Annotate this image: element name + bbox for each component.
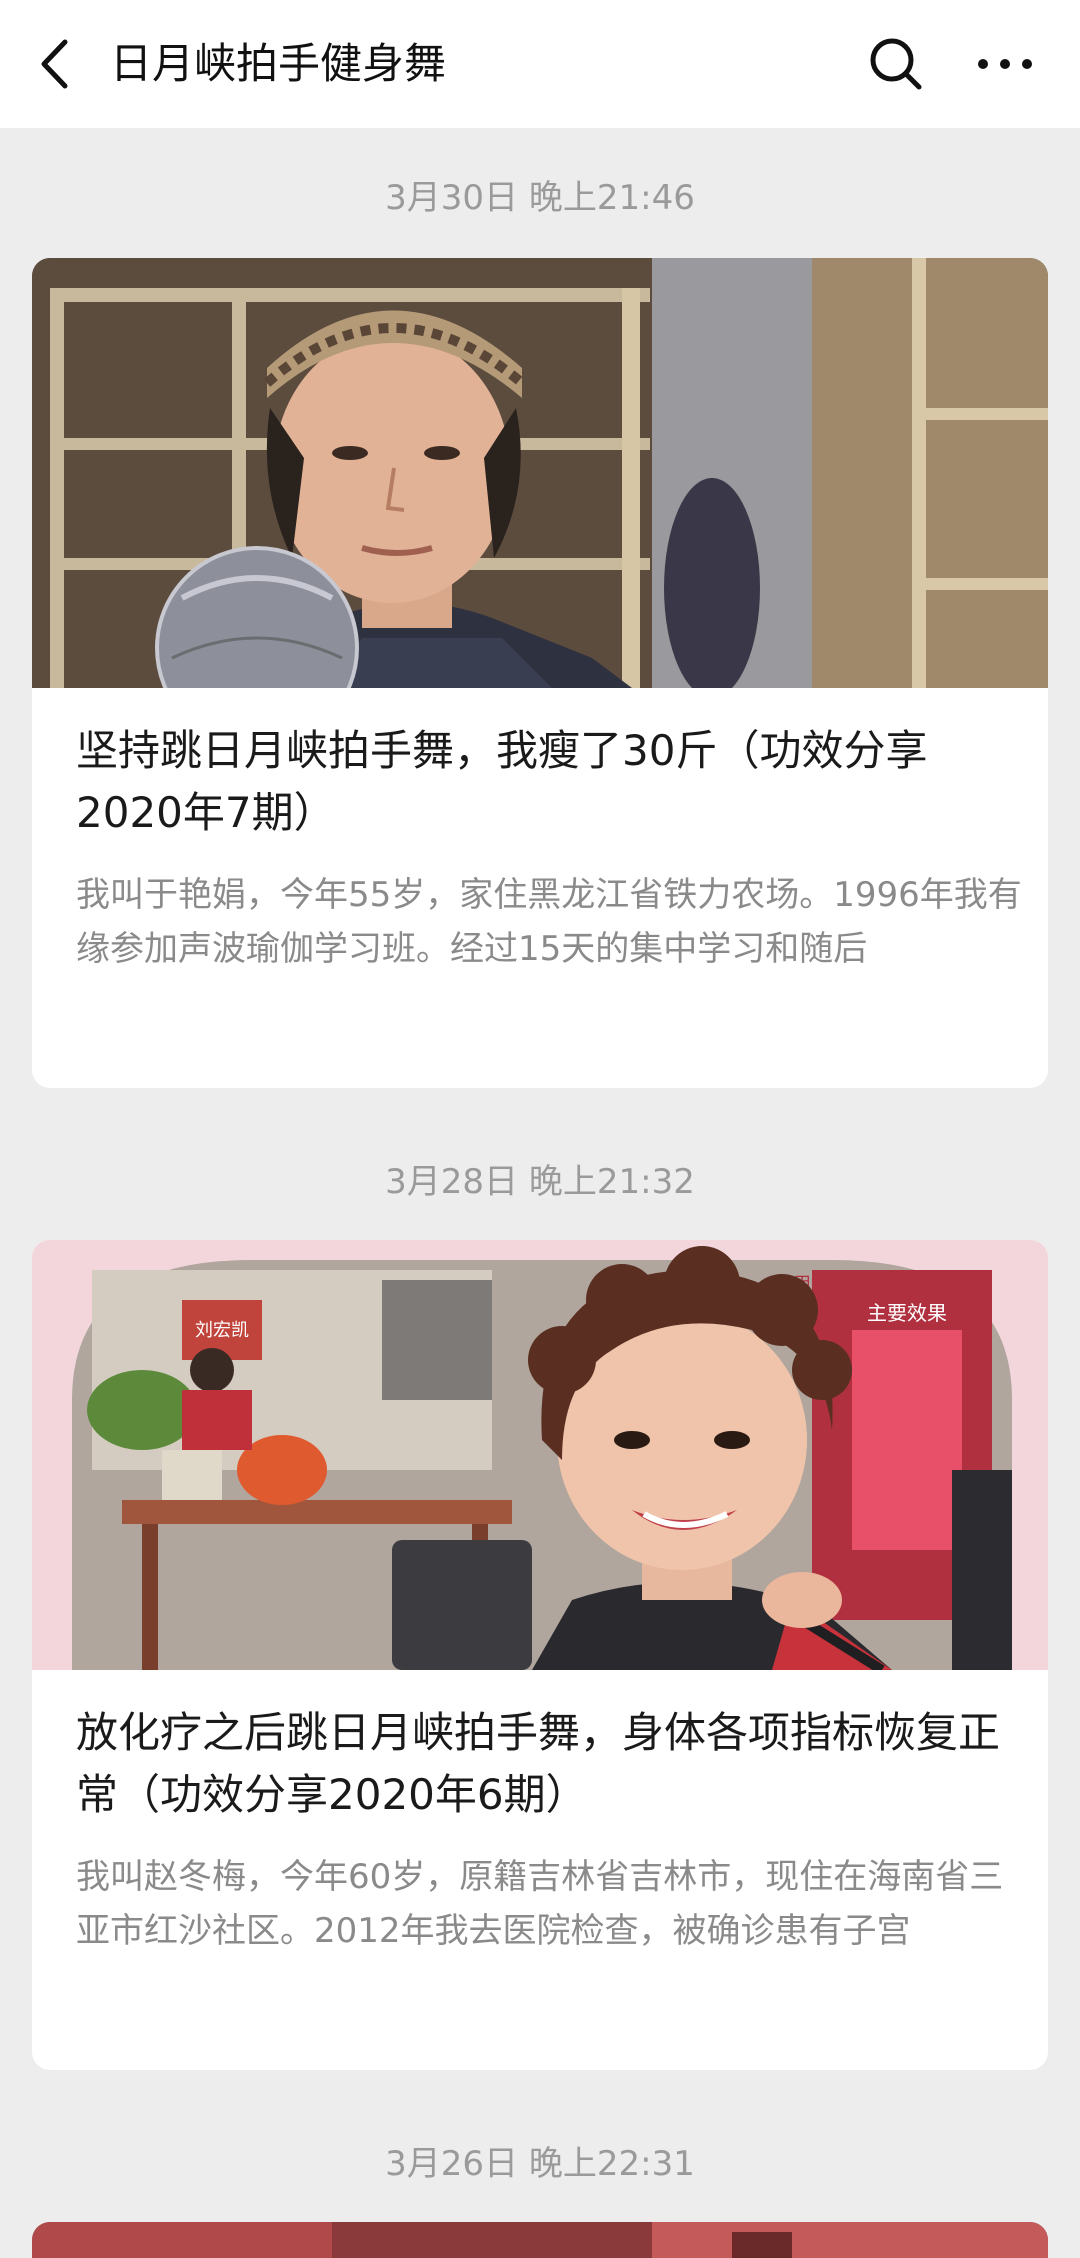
article-timestamp: 3月26日 晚上22:31 <box>385 2144 695 2184</box>
article-cover-image: 刘宏凯 主要效果 试用装 <box>32 1240 1048 1670</box>
article-timestamp: 3月30日 晚上21:46 <box>385 178 695 218</box>
top-navigation-bar: 日月峡拍手健身舞 <box>0 0 1080 128</box>
article-summary: 我叫于艳娟，今年55岁，家住黑龙江省铁力农场。1996年我有缘参加声波瑜伽学习班… <box>76 875 1022 969</box>
article-card[interactable]: 坚持跳日月峡拍手舞，我瘦了30斤（功效分享2020年7期） 我叫于艳娟，今年55… <box>32 258 1048 1088</box>
article-timestamp: 3月28日 晚上21:32 <box>385 1162 695 1202</box>
back-arrow-icon <box>41 39 68 89</box>
cover-photo-partial <box>32 2222 1048 2258</box>
article-summary: 我叫赵冬梅，今年60岁，原籍吉林省吉林市，现住在海南省三亚市红沙社区。2012年… <box>76 1857 1004 1951</box>
more-options-button[interactable] <box>970 34 1040 94</box>
article-cover-image <box>32 258 1048 688</box>
cover-photo-woman-with-headband <box>32 258 1048 688</box>
article-title: 坚持跳日月峡拍手舞，我瘦了30斤（功效分享2020年7期） <box>76 726 928 837</box>
article-title: 放化疗之后跳日月峡拍手舞，身体各项指标恢复正常（功效分享2020年6期） <box>76 1708 1001 1819</box>
back-button[interactable] <box>30 34 78 94</box>
article-card[interactable] <box>32 2222 1048 2258</box>
cover-board-text: 主要效果 <box>867 1301 947 1325</box>
cover-photo-woman-in-salon: 刘宏凯 主要效果 试用装 <box>32 1240 1048 1670</box>
page-title: 日月峡拍手健身舞 <box>110 39 447 88</box>
more-dots-icon <box>978 59 1032 69</box>
article-card[interactable]: 刘宏凯 主要效果 试用装 <box>32 1240 1048 2070</box>
app-screen: 日月峡拍手健身舞 3月30日 晚上21:46 坚持跳日月峡拍手舞，我瘦了30斤（… <box>0 0 1080 2258</box>
search-button[interactable] <box>866 34 926 94</box>
search-icon <box>870 38 922 90</box>
article-cover-image <box>32 2222 1048 2258</box>
cover-sign-text: 刘宏凯 <box>195 1320 249 1341</box>
